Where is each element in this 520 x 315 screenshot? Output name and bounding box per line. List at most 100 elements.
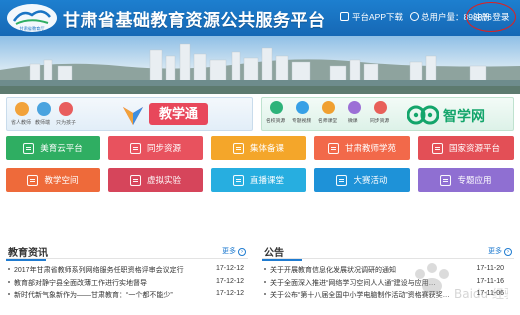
teacher-avatar-icon <box>37 102 51 116</box>
bullet-icon <box>8 293 10 295</box>
more-label: 更多 <box>488 248 502 255</box>
site-header: 甘肃省教育厅 甘肃省基础教育资源公共服务平台 平台APP下载 总用户量：8988… <box>0 0 520 36</box>
zhixuewang-icon-label: 名师课堂 <box>318 119 338 124</box>
bullet-icon <box>264 293 266 295</box>
news-item[interactable]: 2017年甘肃省教师系列网络服务任职资格评审会议定行 17-12-12 <box>6 263 248 276</box>
arrow-right-icon: › <box>238 248 246 256</box>
news-title: 教育部对静宁县全面改薄工作进行实地督导 <box>14 279 147 287</box>
chat-icon <box>336 174 348 186</box>
app-download-link[interactable]: 平台APP下载 <box>340 11 403 23</box>
tile-label: 集体备课 <box>249 143 284 153</box>
zhixuewang-icon-label: 专题视频 <box>292 119 312 124</box>
tile-label: 美育云平台 <box>40 143 83 153</box>
book-icon <box>129 142 141 154</box>
microlecture-icon[interactable] <box>348 101 361 114</box>
edit-icon <box>232 142 244 154</box>
notice-item[interactable]: 关于开展教育信息化发展状况调研的通知 17-11-20 <box>262 263 514 276</box>
zhixuewang-logo-icon <box>407 105 439 125</box>
panel-title: 教育资讯 <box>6 244 48 261</box>
notice-date: 17-11-16 <box>476 277 504 285</box>
news-date: 17-12-12 <box>215 265 244 272</box>
flask-icon <box>129 174 141 186</box>
news-title: 2017年甘肃省教师系列网络服务任职资格评审会议定行 <box>14 267 184 274</box>
news-date: 17-12-12 <box>215 290 244 297</box>
tile-label: 大赛活动 <box>353 175 388 185</box>
highlight-circle <box>466 2 516 32</box>
notice-item[interactable]: 关于公布“第十八届全国中小学电脑制作活动”资格赛获奖… 17-11-06 <box>262 288 514 301</box>
briefcase-icon <box>327 142 339 154</box>
education-news-panel: 教育资讯 更多 › 2017年甘肃省教师系列网络服务任职资格评审会议定行 17-12… <box>6 241 248 315</box>
tile-teaching-space[interactable]: 教学空间 <box>6 168 100 192</box>
notice-title: 关于公布“第十八届全国中小学电脑制作活动”资格赛获奖… <box>270 292 450 299</box>
tile-label: 同步资源 <box>146 143 181 153</box>
skyline-image <box>0 36 520 94</box>
tile-aesthetic-cloud[interactable]: 美育云平台 <box>6 136 100 160</box>
tile-national-resource-platform[interactable]: 国家资源平台 <box>418 136 514 160</box>
tv-icon <box>232 174 244 186</box>
zhixuewang-icon-label: 名校资源 <box>266 119 286 124</box>
tile-competitions[interactable]: 大赛活动 <box>314 168 410 192</box>
site-title: 甘肃省基础教育资源公共服务平台 <box>63 11 326 30</box>
notice-item[interactable]: 关于全面深入推进“网络学习空间人人通”建设与应用… 17-11-16 <box>262 276 514 289</box>
news-title: 新时代新气象新作为——甘肃教育：“一个都不能少” <box>14 292 173 299</box>
famous-school-icon[interactable] <box>270 101 283 114</box>
news-item[interactable]: 教育部对静宁县全面改薄工作进行实地督导 17-12-12 <box>6 276 248 289</box>
announcement-panel: 公告 更多 › 关于开展教育信息化发展状况调研的通知 17-11-20 关于全面深入… <box>262 241 514 315</box>
bullet-icon <box>8 268 10 270</box>
zhixuewang-icon-label: 微课 <box>348 119 358 124</box>
tile-label: 甘肃教师学苑 <box>344 143 396 153</box>
bullet-icon <box>264 268 266 270</box>
bullet-icon <box>8 280 10 283</box>
gansu-education-logo[interactable]: 甘肃省教育厅 <box>6 3 58 33</box>
panel-header: 教育资讯 更多 › <box>6 241 248 261</box>
notice-title: 关于开展教育信息化发展状况调研的通知 <box>270 267 396 274</box>
news-item[interactable]: 新时代新气象新作为——甘肃教育：“一个都不能少” 17-12-12 <box>6 288 248 301</box>
jiaoxuetong-logo-icon <box>123 107 143 125</box>
tile-virtual-lab[interactable]: 虚拟实验 <box>108 168 203 192</box>
zhixuewang-portal[interactable]: 名校资源 专题视频 名师课堂 微课 同步资源 智学网 <box>261 97 514 131</box>
sync-resource-icon[interactable] <box>374 101 387 114</box>
tile-sync-resources[interactable]: 同步资源 <box>108 136 203 160</box>
tile-label: 直播课堂 <box>249 175 284 185</box>
news-date: 17-12-12 <box>215 277 244 285</box>
tile-label: 专题应用 <box>457 175 492 185</box>
zhixuewang-title: 智学网 <box>443 108 485 124</box>
panel-header: 公告 更多 › <box>262 241 514 261</box>
tile-teacher-academy[interactable]: 甘肃教师学苑 <box>314 136 410 160</box>
jiaoxuetong-portal[interactable]: 省人教师 教师端 只为孩子 教学通 <box>6 97 253 131</box>
avatar-label: 省人教师 <box>11 120 32 126</box>
cloud-icon <box>23 142 35 154</box>
more-label: 更多 <box>222 248 236 255</box>
jiaoxuetong-title: 教学通 <box>149 103 209 125</box>
teacher-avatar-icon <box>15 102 29 116</box>
building-icon <box>431 142 443 154</box>
arrow-right-icon: › <box>504 248 512 256</box>
video-icon[interactable] <box>296 101 309 114</box>
bullet-icon <box>264 280 266 283</box>
tile-label: 国家资源平台 <box>448 143 500 153</box>
city-banner <box>0 36 520 94</box>
more-news-link[interactable]: 更多 › <box>222 246 246 256</box>
zhixuewang-icon-label: 同步资源 <box>370 119 390 124</box>
tile-special-apps[interactable]: 专题应用 <box>418 168 514 192</box>
user-icon <box>410 12 419 21</box>
app-download-label: 平台APP下载 <box>352 12 404 22</box>
tile-label: 教学空间 <box>44 175 79 185</box>
flag-icon <box>440 174 452 186</box>
panel-title: 公告 <box>262 244 302 261</box>
total-users-label: 总用户量： <box>421 12 464 22</box>
notice-date: 17-11-20 <box>476 265 504 272</box>
avatar-label: 只为孩子 <box>56 120 77 126</box>
phone-icon <box>340 12 349 21</box>
person-icon <box>27 174 39 186</box>
avatar-label: 教师端 <box>35 120 51 126</box>
child-avatar-icon <box>59 102 73 116</box>
logo-caption: 甘肃省教育厅 <box>19 25 44 32</box>
notice-date: 17-11-06 <box>476 290 504 297</box>
tile-label: 虚拟实验 <box>146 175 181 185</box>
tile-group-lesson-prep[interactable]: 集体备课 <box>211 136 306 160</box>
more-notices-link[interactable]: 更多 › <box>488 246 512 256</box>
classroom-icon[interactable] <box>322 101 335 114</box>
tile-live-classroom[interactable]: 直播课堂 <box>211 168 306 192</box>
notice-title: 关于全面深入推进“网络学习空间人人通”建设与应用… <box>270 279 436 287</box>
